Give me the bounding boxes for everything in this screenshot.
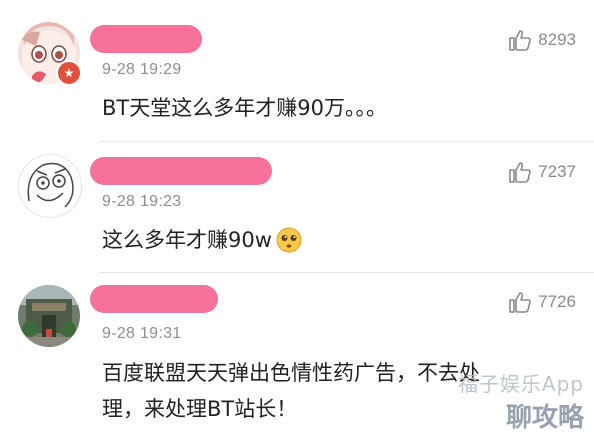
user-avatar-photo[interactable]: [18, 285, 80, 347]
thumbs-up-icon: [509, 30, 531, 51]
watermark-line-1: 福子娱乐App: [457, 372, 584, 396]
like-button[interactable]: 8293: [508, 29, 576, 51]
like-button[interactable]: 7237: [508, 161, 576, 183]
comment-timestamp: 9-28 19:23: [102, 193, 182, 210]
verified-badge-icon: ★: [56, 60, 82, 86]
comment-text: BT天堂这么多年才赚90万。。。: [102, 96, 387, 120]
username-redacted[interactable]: [90, 157, 272, 185]
watermark-line-2: 聊攻略: [505, 403, 584, 433]
comment-item-2: 7237 9-28 19:23 这么多年才赚90w: [0, 142, 594, 272]
like-button[interactable]: 7726: [508, 291, 576, 313]
like-count: 8293: [538, 30, 576, 49]
comment-item-1: ★ 8293 9-28 19:29 BT天堂这么多年才赚90万。。。: [0, 0, 594, 140]
comment-timestamp: 9-28 19:29: [102, 61, 182, 78]
comment-text: 这么多年才赚90w: [102, 224, 303, 256]
username-redacted[interactable]: [90, 25, 202, 53]
username-redacted[interactable]: [90, 285, 218, 313]
comment-text-body: 这么多年才赚90w: [102, 228, 272, 252]
like-count: 7237: [538, 162, 576, 181]
like-count: 7726: [538, 292, 576, 311]
watermark: 福子娱乐App 聊攻略: [458, 368, 584, 434]
comment-timestamp: 9-28 19:31: [102, 325, 182, 342]
thumbs-up-icon: [509, 162, 531, 183]
thumbs-up-icon: [509, 292, 531, 313]
pitiful-face-emoji-icon: [276, 227, 302, 253]
user-avatar-meme-face[interactable]: [18, 154, 82, 218]
